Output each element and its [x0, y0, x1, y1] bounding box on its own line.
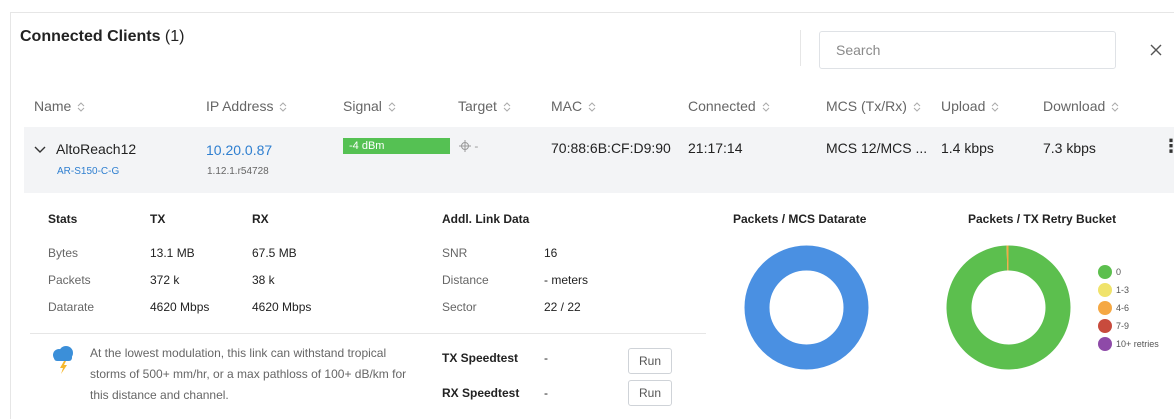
client-upload: 1.4 kbps [941, 140, 994, 156]
client-download: 7.3 kbps [1043, 140, 1096, 156]
column-label: Signal [343, 98, 382, 114]
crosshair-icon [459, 140, 471, 152]
donut-slice [744, 245, 869, 370]
column-header-download[interactable]: Download [1043, 98, 1119, 114]
link-data-label: SNR [442, 246, 468, 260]
sort-icon [280, 102, 287, 113]
more-options-icon[interactable]: ⋮ [1162, 136, 1174, 157]
mcs-chart-title: Packets / MCS Datarate [733, 212, 867, 226]
stats-label: Bytes [48, 246, 79, 260]
target-value: - [474, 139, 479, 153]
tx-speedtest-value: - [544, 351, 548, 365]
link-data-label: Sector [442, 300, 477, 314]
page-title: Connected Clients (1) [20, 28, 184, 46]
legend-swatch [1098, 337, 1112, 351]
column-label: Download [1043, 98, 1106, 114]
column-header-ip[interactable]: IP Address [206, 98, 287, 114]
tx-speedtest-label: TX Speedtest [442, 351, 519, 365]
section-divider [30, 333, 706, 334]
sort-icon [913, 102, 921, 113]
sector-link[interactable]: 22 / 22 [544, 300, 581, 314]
column-header-connected[interactable]: Connected [688, 98, 770, 114]
header-divider [800, 30, 801, 66]
column-header-signal[interactable]: Signal [343, 98, 396, 114]
stats-rx-value: 67.5 MB [252, 246, 297, 260]
stats-header: Stats [48, 212, 78, 226]
column-header-mcs[interactable]: MCS (Tx/Rx) [826, 98, 921, 114]
column-header-target[interactable]: Target [458, 98, 511, 114]
rx-speedtest-run-button[interactable]: Run [628, 380, 672, 406]
column-header-upload[interactable]: Upload [941, 98, 999, 114]
weather-info-text: At the lowest modulation, this link can … [90, 346, 407, 402]
legend-label: 10+ retries [1116, 339, 1159, 349]
client-name: AltoReach12 [56, 141, 137, 157]
column-label: Target [458, 98, 497, 114]
client-connected: 21:17:14 [688, 140, 743, 156]
client-mac: 70:88:6B:CF:D9:90 [551, 140, 671, 156]
link-data-header: Addl. Link Data [442, 212, 530, 226]
rx-speedtest-value: - [544, 386, 548, 400]
link-data-value: - meters [544, 273, 589, 287]
stats-tx-header: TX [150, 212, 166, 226]
retry-donut-chart [946, 245, 1071, 370]
client-ip-link[interactable]: 10.20.0.87 [206, 142, 272, 158]
column-label: Upload [941, 98, 986, 114]
legend-label: 1-3 [1116, 285, 1130, 295]
search-input[interactable] [820, 32, 1115, 68]
client-count: (1) [164, 28, 185, 45]
storm-cloud-icon [53, 346, 73, 374]
sort-icon [78, 102, 85, 113]
stats-label: Packets [48, 273, 91, 287]
legend-label: 4-6 [1116, 303, 1130, 313]
legend-swatch [1098, 283, 1112, 297]
sort-icon [762, 102, 770, 113]
signal-value: -4 dBm [349, 140, 385, 152]
stats-tx-value: 4620 Mbps [150, 300, 210, 314]
column-label: Name [34, 98, 72, 114]
retry-chart-title: Packets / TX Retry Bucket [968, 212, 1117, 226]
legend-swatch [1098, 319, 1112, 333]
sort-icon [992, 102, 999, 113]
target-cell: - [459, 139, 478, 153]
stats-rx-header: RX [252, 212, 269, 226]
column-label: MCS (Tx/Rx) [826, 98, 907, 114]
tx-speedtest-run-button[interactable]: Run [628, 348, 672, 374]
signal-bar: -4 dBm [343, 138, 450, 154]
legend-swatch [1098, 301, 1112, 315]
client-mcs: MCS 12/MCS ... [826, 140, 928, 156]
legend-swatch [1098, 265, 1112, 279]
legend-label: 7-9 [1116, 321, 1130, 331]
sort-icon [588, 102, 596, 113]
search-box[interactable] [819, 31, 1116, 69]
stats-rx-value: 4620 Mbps [252, 300, 312, 314]
client-firmware: 1.12.1.r54728 [207, 166, 269, 177]
close-icon[interactable] [1148, 42, 1164, 58]
link-data-label: Distance [442, 273, 489, 287]
column-label: IP Address [206, 98, 274, 114]
column-header-mac[interactable]: MAC [551, 98, 596, 114]
stats-tx-value: 13.1 MB [150, 246, 195, 260]
column-label: Connected [688, 98, 756, 114]
column-header-name[interactable]: Name [34, 98, 85, 114]
title-text: Connected Clients [20, 28, 161, 45]
stats-label: Datarate [48, 300, 95, 314]
table-row[interactable] [24, 127, 1174, 193]
link-data-value: 16 [544, 246, 558, 260]
client-model-link[interactable]: AR-S150-C-G [57, 166, 119, 177]
stats-rx-value: 38 k [252, 273, 275, 287]
sort-icon [388, 102, 396, 113]
mcs-donut-chart [744, 245, 869, 370]
rx-speedtest-label: RX Speedtest [442, 386, 520, 400]
sort-icon [503, 102, 511, 113]
stats-tx-value: 372 k [150, 273, 180, 287]
chevron-down-icon[interactable] [34, 146, 46, 154]
legend-label: 0 [1116, 267, 1122, 277]
sort-icon [1111, 102, 1119, 113]
column-label: MAC [551, 98, 583, 114]
